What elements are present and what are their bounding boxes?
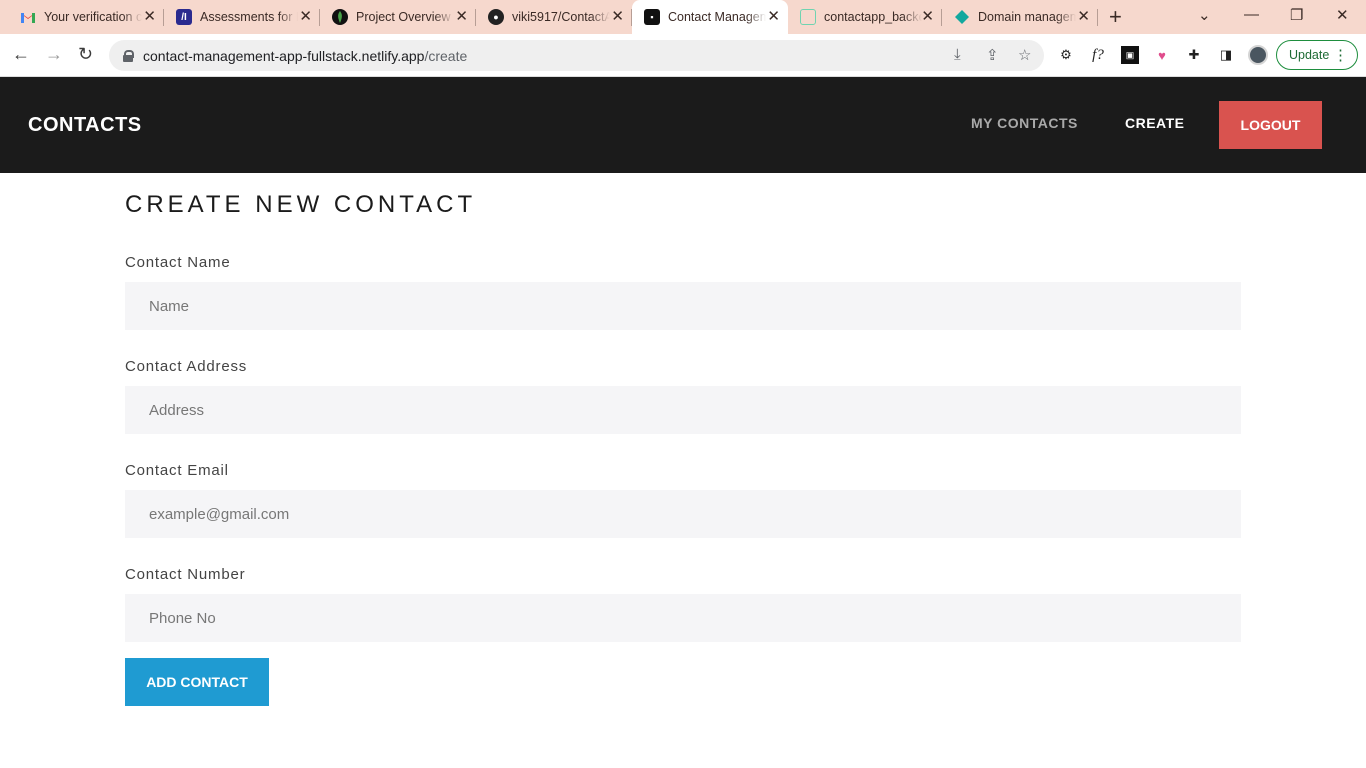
back-arrow-icon[interactable]: ← [12,44,30,65]
tab-title: Your verification code [44,10,142,24]
close-icon[interactable]: ✕ [455,9,468,24]
formula-extension-icon[interactable]: f? [1089,46,1107,64]
extension-square-icon[interactable]: ▣ [1121,46,1139,64]
url-host: contact-management-app-fullstack.netlify… [143,47,425,64]
tab-title: Contact Management [668,10,766,24]
tab-title: Assessments for Full Stack [200,10,298,24]
bookmark-star-icon[interactable]: ☆ [1018,46,1031,64]
add-contact-button[interactable]: ADD CONTACT [125,658,269,706]
extension-heart-icon[interactable]: ♥ [1153,46,1171,64]
menu-dots-icon: ⋮ [1333,47,1348,64]
tab-title: viki5917/ContactApp [512,10,610,24]
tab-search-chevron-icon[interactable]: ⌄ [1198,6,1211,24]
contact-name-label: Contact Name [125,254,231,271]
close-icon[interactable]: ✕ [1077,9,1090,24]
contact-address-input[interactable] [125,386,1241,434]
contact-email-input[interactable] [125,490,1241,538]
contact-number-input[interactable] [125,594,1241,642]
contact-number-label: Contact Number [125,566,246,583]
minimize-icon[interactable]: — [1244,6,1259,23]
extension-gear-icon[interactable]: ⚙ [1057,46,1075,64]
app-brand[interactable]: CONTACTS [28,114,142,137]
contact-name-input[interactable] [125,282,1241,330]
browser-tab[interactable]: contactapp_backend ✕ [788,0,942,34]
close-icon[interactable]: ✕ [767,9,780,24]
update-label: Update [1289,48,1330,62]
browser-tab[interactable]: /I Assessments for Full Stack ✕ [164,0,320,34]
close-icon[interactable]: ✕ [299,9,312,24]
new-tab-button[interactable]: + [1109,6,1122,28]
side-panel-icon[interactable]: ◨ [1217,46,1235,64]
browser-tab[interactable]: Project Overview ✕ [320,0,476,34]
share-icon[interactable]: ⇪ [986,46,999,64]
browser-tab[interactable]: Your verification code ✕ [8,0,164,34]
reload-icon[interactable]: ↻ [78,44,93,65]
netlify-icon: ▪ [644,9,660,25]
close-icon[interactable]: ✕ [921,9,934,24]
tab-title: Domain management [978,10,1076,24]
browser-tab-strip: Your verification code ✕ /I Assessments … [0,0,1366,34]
tab-title: Project Overview [356,10,451,24]
install-icon[interactable]: ⤓ [954,46,961,63]
browser-tab-active[interactable]: ▪ Contact Management ✕ [632,0,788,34]
masai-icon: /I [176,9,192,25]
url-path: /create [424,47,468,64]
browser-tab[interactable]: ● viki5917/ContactApp ✕ [476,0,632,34]
nav-create[interactable]: CREATE [1125,115,1185,131]
address-bar[interactable]: contact-management-app-fullstack.netlify… [109,40,1044,71]
page-title: CREATE NEW CONTACT [125,191,477,218]
contact-address-label: Contact Address [125,358,248,375]
puzzle-icon[interactable]: ✚ [1185,46,1203,64]
profile-avatar[interactable] [1248,45,1268,65]
update-button[interactable]: Update ⋮ [1276,40,1358,70]
render-icon [800,9,816,25]
tab-title: contactapp_backend [824,10,922,24]
mongodb-icon [332,9,348,25]
browser-tab[interactable]: Domain management ✕ [942,0,1098,34]
close-icon[interactable]: ✕ [143,9,156,24]
contact-email-label: Contact Email [125,462,229,479]
github-icon: ● [488,9,504,25]
nav-my-contacts[interactable]: MY CONTACTS [971,115,1078,131]
window-close-icon[interactable]: ✕ [1336,6,1349,24]
gmail-icon [20,9,36,25]
restore-icon[interactable]: ❐ [1290,6,1303,24]
close-icon[interactable]: ✕ [611,9,624,24]
lock-icon [123,49,134,62]
logout-button[interactable]: LOGOUT [1219,101,1322,149]
domain-icon [954,9,970,25]
forward-arrow-icon[interactable]: → [45,44,63,65]
